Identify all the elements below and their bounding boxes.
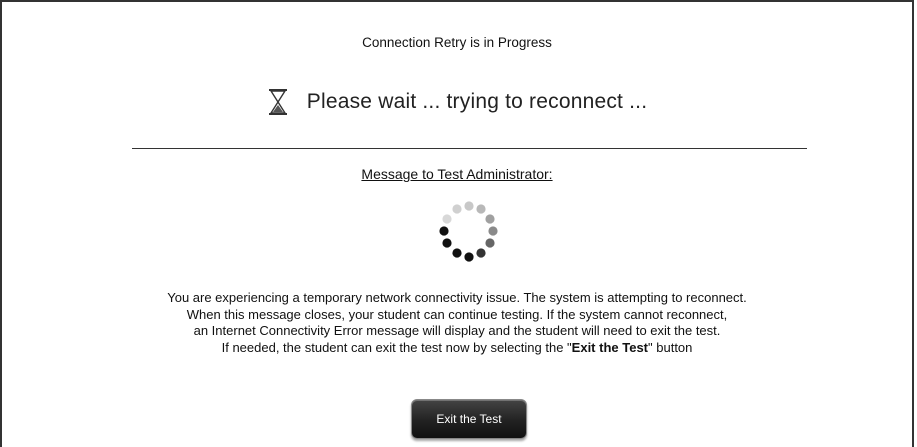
message-prefix: If needed, the student can exit the test… (221, 339, 572, 355)
admin-message-heading: Message to Test Administrator: (361, 166, 553, 182)
loading-spinner-icon (435, 198, 503, 266)
message-line: When this message closes, your student c… (186, 306, 728, 322)
wait-message: Please wait ... trying to reconnect ... (306, 90, 648, 113)
admin-message-body: You are experiencing a temporary network… (2, 290, 912, 356)
wait-status-row: Please wait ... trying to reconnect ... (2, 88, 912, 116)
connection-retry-dialog: Connection Retry is in Progress Please w… (0, 0, 914, 447)
dialog-title: Connection Retry is in Progress (362, 35, 552, 50)
message-bold-button-name: Exit the Test (571, 339, 649, 355)
message-line-last: If needed, the student can exit the test… (2, 340, 912, 357)
divider (132, 148, 807, 149)
hourglass-icon (267, 88, 289, 116)
message-line: an Internet Connectivity Error message w… (193, 323, 721, 338)
message-suffix: " button (648, 339, 693, 355)
message-line: You are experiencing a temporary network… (167, 290, 747, 305)
exit-test-button[interactable]: Exit the Test (411, 399, 527, 439)
